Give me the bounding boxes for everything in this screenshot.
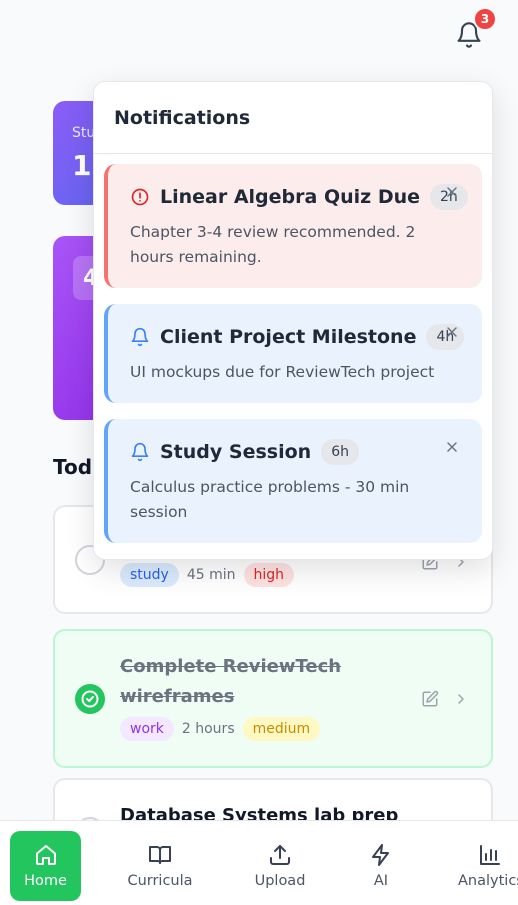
nav-analytics[interactable]: Analytics [454,831,518,901]
close-icon [447,327,457,337]
upload-icon [270,845,290,865]
dismiss-notification-button[interactable] [444,184,460,204]
notification-message: UI mockups due for ReviewTech project [130,363,435,381]
task-title: Complete ReviewTech wireframes [120,656,342,707]
dismiss-notification-button[interactable] [444,439,460,459]
task-card-completed[interactable]: Complete ReviewTech wireframes work 2 ho… [53,629,493,768]
notification-message: Calculus practice problems - 30 min sess… [130,478,410,521]
notification-title: Client Project Milestone [160,326,417,348]
priority-tag: medium [242,717,321,741]
nav-upload[interactable]: Upload [246,831,314,901]
notification-message: Chapter 3-4 review recommended. 2 hours … [130,223,416,266]
nav-label: Analytics [458,873,518,889]
dismiss-notification-button[interactable] [444,324,460,344]
notification-title: Linear Algebra Quiz Due [160,186,420,208]
notifications-title: Notifications [94,82,492,154]
task-checkbox-checked[interactable] [75,684,105,714]
alert-circle-icon [131,188,149,206]
lightning-icon [372,844,389,866]
section-title: Tod [53,455,93,479]
home-icon [35,845,56,865]
nav-label: Curricula [127,873,193,889]
nav-label: Upload [254,873,306,889]
notification-item[interactable]: Linear Algebra Quiz Due 2h Chapter 3-4 r… [104,164,482,288]
bottom-navigation: Home Curricula Upload AI Analytics [0,820,518,905]
bell-icon [131,327,149,347]
notification-item[interactable]: Client Project Milestone 4h UI mockups d… [104,304,482,403]
category-tag: study [120,563,179,587]
notification-count-badge: 3 [473,7,497,31]
notification-time: 6h [321,439,359,465]
chevron-right-icon[interactable] [453,691,469,707]
nav-ai[interactable]: AI [356,831,406,901]
bell-icon [131,442,149,462]
task-duration: 45 min [186,567,236,583]
notification-title: Study Session [160,441,312,463]
stat-label: Stu [72,125,96,141]
nav-curricula[interactable]: Curricula [124,831,196,901]
notifications-dropdown: Notifications Linear Algebra Quiz Due 2h… [93,81,493,560]
category-tag: work [120,717,174,741]
nav-label: AI [373,873,389,889]
task-duration: 2 hours [181,721,235,737]
edit-icon[interactable] [421,690,439,708]
check-circle-icon [81,690,99,708]
book-icon [149,846,171,864]
nav-home[interactable]: Home [10,831,81,901]
close-icon [447,187,457,197]
close-icon [447,442,457,452]
bar-chart-icon [480,845,500,865]
priority-tag: high [243,563,295,587]
nav-label: Home [24,873,67,889]
notification-item[interactable]: Study Session 6h Calculus practice probl… [104,419,482,543]
